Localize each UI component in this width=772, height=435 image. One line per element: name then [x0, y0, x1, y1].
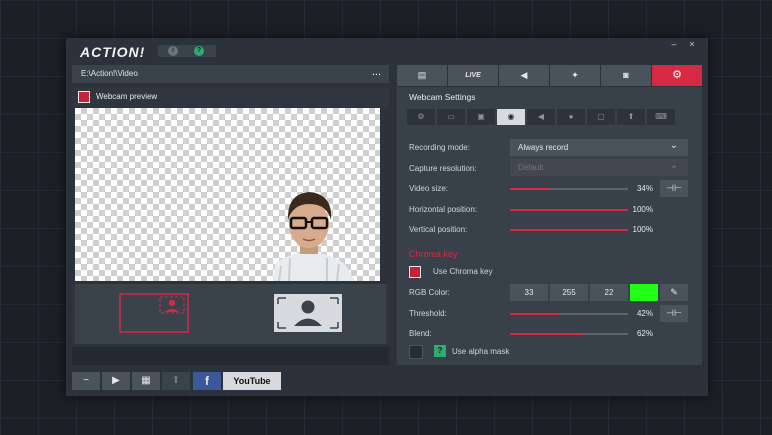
- browse-path-button[interactable]: ...: [372, 66, 381, 78]
- use-alpha-mask-checkbox[interactable]: [409, 345, 423, 359]
- recording-mode-value: Always record: [518, 143, 569, 152]
- output-path-bar: E:\Action!\Video ...: [72, 65, 389, 83]
- tab-settings[interactable]: ⚙: [652, 65, 702, 86]
- horizontal-position-label: Horizontal position:: [409, 205, 478, 214]
- rgb-green-input[interactable]: 255: [550, 284, 588, 301]
- subtab-screen[interactable]: ▢: [587, 109, 615, 125]
- blend-slider[interactable]: [510, 333, 628, 335]
- use-chroma-key-checkbox[interactable]: [409, 266, 421, 278]
- webcam-preview-checkbox[interactable]: [78, 91, 90, 103]
- webcam-preview-label: Webcam preview: [96, 92, 158, 101]
- rgb-color-label: RGB Color:: [409, 288, 450, 297]
- video-size-adjust-button[interactable]: ⊣⊢: [660, 180, 688, 197]
- threshold-fill: [510, 313, 560, 315]
- facebook-button[interactable]: f: [193, 372, 221, 390]
- threshold-adjust-button[interactable]: ⊣⊢: [660, 305, 688, 322]
- upload-button[interactable]: ⬆: [162, 372, 190, 390]
- vertical-position-label: Vertical position:: [409, 225, 468, 234]
- panel-title: Webcam Settings: [409, 92, 476, 102]
- threshold-label: Threshold:: [409, 309, 447, 318]
- blend-label: Blend:: [409, 329, 432, 338]
- capture-resolution-select[interactable]: Default ⌄: [510, 159, 688, 176]
- chevron-down-icon: ⌄: [669, 140, 678, 151]
- vertical-position-fill: [510, 229, 628, 231]
- capture-resolution-value: Default: [518, 163, 544, 172]
- subtab-webcam[interactable]: ◉: [497, 109, 525, 125]
- webcam-preview-canvas: [75, 108, 380, 281]
- minimize-button[interactable]: –: [664, 38, 684, 51]
- subtab-audio[interactable]: ◀: [527, 109, 555, 125]
- webcam-settings-panel: Webcam Settings ⚙ ▭ ▣ ◉ ◀ ● ▢ ⬆ ⌨ Record…: [397, 87, 702, 365]
- video-size-fill: [510, 188, 551, 190]
- rgb-red-input[interactable]: 33: [510, 284, 548, 301]
- webcam-position-modes: [72, 284, 389, 344]
- vertical-position-slider[interactable]: [510, 229, 628, 231]
- chroma-key-heading: Chroma key: [409, 249, 458, 259]
- horizontal-position-fill: [510, 209, 628, 211]
- close-button[interactable]: ×: [682, 38, 702, 51]
- rgb-blue-input[interactable]: 22: [590, 284, 628, 301]
- output-path: E:\Action!\Video: [81, 69, 138, 78]
- subtab-hotkeys[interactable]: ⌨: [647, 109, 675, 125]
- blend-value: 62%: [636, 329, 653, 338]
- video-size-value: 34%: [636, 184, 653, 193]
- subtab-image[interactable]: ▣: [467, 109, 495, 125]
- subtab-video[interactable]: ▭: [437, 109, 465, 125]
- header-button-group: i ?: [158, 45, 216, 57]
- library-button[interactable]: ▦: [132, 372, 160, 390]
- webcam-person-image: [273, 192, 355, 281]
- capture-resolution-label: Capture resolution:: [409, 164, 477, 173]
- youtube-button[interactable]: YouTube: [223, 372, 281, 390]
- blend-fill: [510, 333, 584, 335]
- recording-mode-select[interactable]: Always record ⌄: [510, 139, 688, 156]
- use-chroma-key-label: Use Chroma key: [433, 267, 493, 276]
- info-icon[interactable]: i: [168, 46, 178, 56]
- recording-mode-label: Recording mode:: [409, 143, 470, 152]
- app-window: ACTION! i ? – × E:\Action!\Video ... Web…: [66, 38, 708, 396]
- app-logo: ACTION!: [80, 44, 146, 60]
- chroma-color-swatch[interactable]: [630, 284, 658, 301]
- vertical-position-value: 100%: [632, 225, 653, 234]
- chevron-down-icon: ⌄: [669, 160, 678, 171]
- subtab-general[interactable]: ⚙: [407, 109, 435, 125]
- mode-fullscreen-webcam[interactable]: [230, 284, 386, 344]
- tab-gameplay[interactable]: ✦: [550, 65, 600, 86]
- threshold-slider[interactable]: [510, 313, 628, 315]
- main-tabs: ▤ LIVE ◀ ✦ ◙ ⚙: [397, 65, 702, 86]
- video-size-label: Video size:: [409, 184, 448, 193]
- alpha-mask-help-icon[interactable]: ?: [434, 345, 446, 357]
- video-size-slider[interactable]: [510, 188, 628, 190]
- mode-overlay-corner[interactable]: [75, 284, 231, 344]
- preview-status-strip: [72, 347, 389, 365]
- tab-audio[interactable]: ◀: [499, 65, 549, 86]
- webcam-preview-header: Webcam preview: [72, 87, 389, 107]
- tab-live[interactable]: LIVE: [448, 65, 498, 86]
- subtab-microphone[interactable]: ●: [557, 109, 585, 125]
- horizontal-position-value: 100%: [632, 205, 653, 214]
- help-icon[interactable]: ?: [194, 46, 204, 56]
- subtab-upload[interactable]: ⬆: [617, 109, 645, 125]
- horizontal-position-slider[interactable]: [510, 209, 628, 211]
- tab-screenshot[interactable]: ◙: [601, 65, 651, 86]
- threshold-value: 42%: [636, 309, 653, 318]
- play-button[interactable]: ▶: [102, 372, 130, 390]
- use-alpha-mask-label: Use alpha mask: [452, 347, 510, 356]
- minus-button[interactable]: −: [72, 372, 100, 390]
- tab-video[interactable]: ▤: [397, 65, 447, 86]
- eyedropper-icon[interactable]: ✎: [660, 284, 688, 301]
